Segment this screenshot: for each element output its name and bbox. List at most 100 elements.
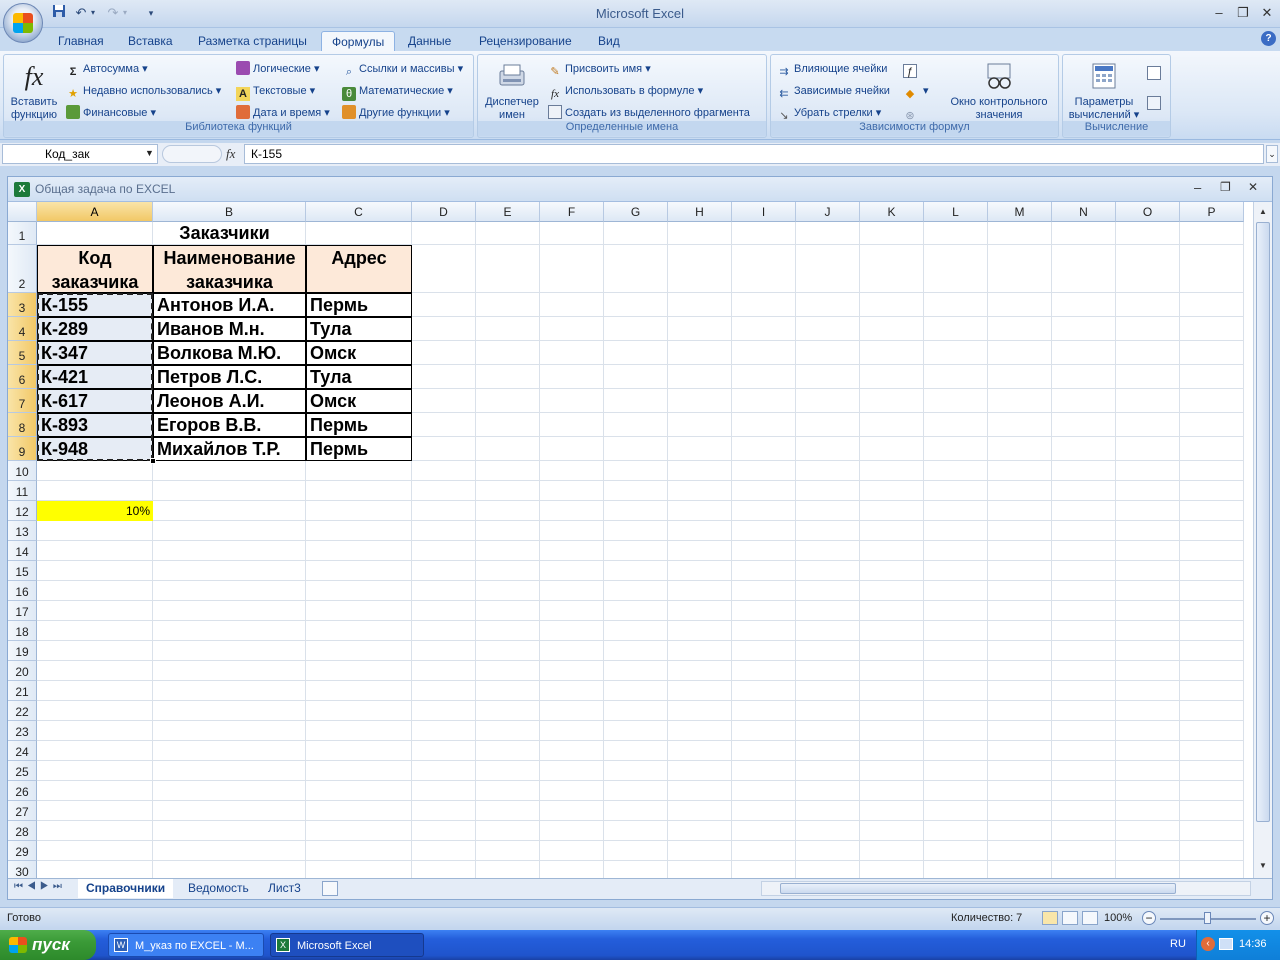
taskbar-item-word[interactable]: М_указ по EXCEL - M... — [108, 933, 264, 957]
column-header-o[interactable]: O — [1116, 202, 1180, 222]
sheet-tab-statement[interactable]: Ведомость — [180, 879, 257, 898]
network-icon[interactable] — [1219, 938, 1233, 950]
customer-address-cell[interactable]: Омск — [306, 341, 412, 365]
insert-sheet-icon[interactable] — [322, 881, 338, 896]
insert-function-button[interactable]: fx Вставить функцию — [6, 61, 62, 122]
recently-used-button[interactable]: ★ Недавно использовались ▾ — [66, 82, 221, 100]
sheet-navigation-icons[interactable]: ⏮◀▶⏭ — [14, 881, 66, 892]
define-name-button[interactable]: ✎ Присвоить имя ▾ — [548, 60, 650, 78]
column-header-i[interactable]: I — [732, 202, 796, 222]
customer-name-cell[interactable]: Егоров В.В. — [153, 413, 306, 437]
trace-precedents-button[interactable]: ⇉ Влияющие ячейки — [777, 60, 887, 78]
column-header-j[interactable]: J — [796, 202, 860, 222]
column-header-p[interactable]: P — [1180, 202, 1244, 222]
tab-review[interactable]: Рецензирование — [469, 31, 582, 51]
scroll-down-icon[interactable]: ▼ — [1256, 859, 1270, 873]
help-icon[interactable]: ? — [1261, 31, 1276, 46]
row-header-4[interactable]: 4 — [8, 317, 37, 341]
column-header-m[interactable]: M — [988, 202, 1052, 222]
scroll-up-icon[interactable]: ▲ — [1256, 205, 1270, 219]
percent-cell[interactable]: 10% — [37, 501, 153, 521]
row-header-25[interactable]: 25 — [8, 761, 37, 781]
financial-button[interactable]: Финансовые ▾ — [66, 104, 156, 122]
close-button[interactable]: ✕ — [1256, 4, 1278, 22]
customer-address-cell[interactable]: Пермь — [306, 413, 412, 437]
column-header-g[interactable]: G — [604, 202, 668, 222]
vertical-scroll-thumb[interactable] — [1256, 222, 1270, 822]
watch-window-button[interactable]: Окно контрольного значения — [939, 61, 1059, 122]
customer-name-cell[interactable]: Михайлов Т.Р. — [153, 437, 306, 461]
column-header-l[interactable]: L — [924, 202, 988, 222]
language-indicator[interactable]: RU — [1170, 938, 1186, 950]
customer-address-cell[interactable]: Тула — [306, 317, 412, 341]
row-header-16[interactable]: 16 — [8, 581, 37, 601]
calculation-options-button[interactable]: Параметры вычислений ▾ — [1065, 61, 1143, 122]
row-header-13[interactable]: 13 — [8, 521, 37, 541]
row-header-2[interactable]: 2 — [8, 245, 37, 293]
row-header-21[interactable]: 21 — [8, 681, 37, 701]
name-box-dropdown-icon[interactable]: ▼ — [145, 148, 154, 158]
row-header-18[interactable]: 18 — [8, 621, 37, 641]
table-title[interactable]: Заказчики — [37, 222, 412, 245]
tab-page-layout[interactable]: Разметка страницы — [188, 31, 317, 51]
column-header-h[interactable]: H — [668, 202, 732, 222]
customer-name-cell[interactable]: Волкова М.Ю. — [153, 341, 306, 365]
fill-handle[interactable] — [150, 458, 156, 464]
customer-address-cell[interactable]: Тула — [306, 365, 412, 389]
tab-view[interactable]: Вид — [588, 31, 630, 51]
row-header-26[interactable]: 26 — [8, 781, 37, 801]
row-header-28[interactable]: 28 — [8, 821, 37, 841]
autosum-button[interactable]: Σ Автосумма ▾ — [66, 60, 148, 78]
sheet-tab-sheet3[interactable]: Лист3 — [260, 879, 309, 898]
row-header-24[interactable]: 24 — [8, 741, 37, 761]
horizontal-scrollbar[interactable] — [761, 881, 1251, 896]
row-header-12[interactable]: 12 — [8, 501, 37, 521]
row-header-3[interactable]: 3 — [8, 293, 37, 317]
spreadsheet-grid[interactable]: ABCDEFGHIJKLMNOP 1 2 3 4 5 6 7 8 9 10 11 12 13 14 15 16… — [8, 202, 1272, 878]
row-header-30[interactable]: 30 — [8, 861, 37, 878]
row-header-7[interactable]: 7 — [8, 389, 37, 413]
row-header-29[interactable]: 29 — [8, 841, 37, 861]
customer-name-cell[interactable]: Петров Л.С. — [153, 365, 306, 389]
customer-address-cell[interactable]: Пермь — [306, 293, 412, 317]
normal-view-icon[interactable] — [1042, 911, 1058, 925]
wb-minimize-button[interactable]: – — [1194, 180, 1201, 195]
trace-dependents-button[interactable]: ⇇ Зависимые ячейки — [777, 82, 890, 100]
wb-maximize-button[interactable]: ❐ — [1220, 180, 1231, 194]
calculate-now-button[interactable] — [1147, 65, 1164, 83]
horizontal-scroll-thumb[interactable] — [780, 883, 1176, 894]
row-header-9[interactable]: 9 — [8, 437, 37, 461]
customer-address-cell[interactable]: Омск — [306, 389, 412, 413]
zoom-slider-thumb[interactable] — [1204, 912, 1211, 924]
datetime-button[interactable]: Дата и время ▾ — [236, 104, 330, 122]
row-header-23[interactable]: 23 — [8, 721, 37, 741]
name-manager-button[interactable]: Диспетчер имен — [480, 61, 544, 122]
vertical-scrollbar[interactable]: ▲ ▼ — [1253, 202, 1272, 878]
sheet-tab-directories[interactable]: Справочники — [78, 879, 174, 898]
row-header-8[interactable]: 8 — [8, 413, 37, 437]
tray-expand-icon[interactable]: ‹ — [1201, 937, 1215, 951]
office-button[interactable] — [3, 3, 43, 43]
column-header-e[interactable]: E — [476, 202, 540, 222]
column-header-d[interactable]: D — [412, 202, 476, 222]
header-code[interactable]: Код заказчика — [37, 245, 153, 293]
header-address[interactable]: Адрес — [306, 245, 412, 293]
show-formulas-button[interactable]: ƒ — [903, 60, 920, 78]
tab-data[interactable]: Данные — [398, 31, 461, 51]
restore-button[interactable]: ❐ — [1232, 4, 1254, 22]
customer-name-cell[interactable]: Антонов И.А. — [153, 293, 306, 317]
row-header-5[interactable]: 5 — [8, 341, 37, 365]
row-header-10[interactable]: 10 — [8, 461, 37, 481]
customer-name-cell[interactable]: Леонов А.И. — [153, 389, 306, 413]
column-header-c[interactable]: C — [306, 202, 412, 222]
logical-button[interactable]: Логические ▾ — [236, 60, 320, 78]
create-from-selection-button[interactable]: Создать из выделенного фрагмента — [548, 104, 750, 122]
row-header-6[interactable]: 6 — [8, 365, 37, 389]
row-header-14[interactable]: 14 — [8, 541, 37, 561]
error-checking-button[interactable]: ◆ ▾ — [903, 82, 929, 100]
tab-formulas[interactable]: Формулы — [321, 31, 396, 51]
minimize-button[interactable]: – — [1208, 4, 1230, 22]
math-button[interactable]: θ Математические ▾ — [342, 82, 453, 101]
row-header-15[interactable]: 15 — [8, 561, 37, 581]
remove-arrows-button[interactable]: ↘ Убрать стрелки ▾ — [777, 104, 881, 122]
